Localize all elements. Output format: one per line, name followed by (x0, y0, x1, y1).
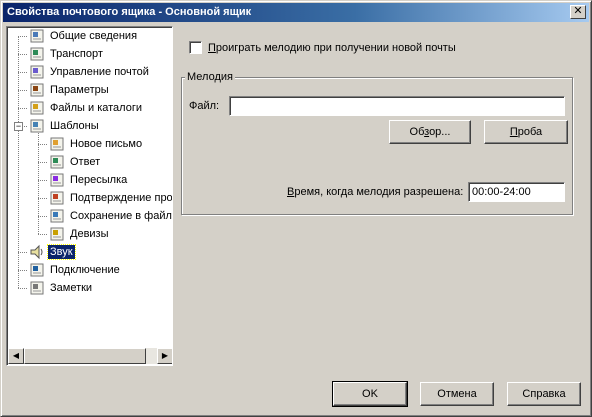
tree-item-label: Звук (47, 244, 76, 260)
templates-icon (29, 118, 45, 134)
tree-horizontal-scrollbar[interactable]: ◀ ▶ (8, 348, 172, 364)
tree-item-label: Ответ (70, 156, 101, 168)
tree-guide-line (18, 252, 27, 253)
play-sound-checkbox[interactable] (189, 41, 202, 54)
settings-tree[interactable]: Общие сведения Транспорт Управление почтой… (6, 26, 173, 366)
tree-item-label: Сохранение в файл (70, 210, 172, 222)
scroll-thumb[interactable] (24, 348, 146, 364)
tree-item-label: Девизы (70, 228, 109, 240)
test-label-mnemonic: П (509, 126, 518, 138)
tree-item[interactable]: Новое письмо (49, 135, 144, 153)
confirmation-icon (49, 190, 65, 206)
play-sound-label-rest: роиграть мелодию при получении новой поч… (215, 41, 456, 54)
tree-item[interactable]: Управление почтой (29, 63, 151, 81)
tree-guide-line (18, 36, 27, 37)
tree-guide-line (38, 234, 47, 235)
notes-icon (29, 280, 45, 296)
time-label: Время, когда мелодия разрешена: (287, 185, 463, 199)
transport-icon (29, 46, 45, 62)
sound-icon (29, 244, 45, 260)
mottos-icon (49, 226, 65, 242)
tree-item-label: Новое письмо (70, 138, 143, 150)
window-title: Свойства почтового ящика - Основной ящик (7, 6, 252, 18)
tree-item-label: Заметки (50, 282, 93, 294)
new-letter-icon (49, 136, 65, 152)
close-button[interactable]: ✕ (570, 5, 586, 19)
tree-item[interactable]: Параметры (29, 81, 111, 99)
tree-guide-line (38, 131, 39, 234)
play-sound-checkbox-row[interactable]: Проиграть мелодию при получении новой по… (189, 41, 456, 54)
files-folders-icon (29, 100, 45, 116)
tree-item[interactable]: Звук (29, 243, 76, 261)
tree-guide-line (18, 54, 27, 55)
tree-item-label: Подключение (50, 264, 120, 276)
tree-guide-line (38, 162, 47, 163)
tree-item[interactable]: Подключение (29, 261, 122, 279)
reply-icon (49, 154, 65, 170)
test-label-post: роба (517, 126, 543, 138)
tree-guide-line (38, 180, 47, 181)
file-label: Файл: (189, 100, 220, 112)
test-button[interactable]: Проба (484, 120, 568, 144)
tree-guide-line (18, 36, 19, 288)
general-info-icon (29, 28, 45, 44)
properties-dialog: Свойства почтового ящика - Основной ящик… (0, 0, 592, 417)
help-button[interactable]: Справка (507, 382, 581, 406)
tree-item[interactable]: Пересылка (49, 171, 129, 189)
tree-guide-line (38, 144, 47, 145)
tree-item[interactable]: Файлы и каталоги (29, 99, 144, 117)
mail-management-icon (29, 64, 45, 80)
scroll-left-button[interactable]: ◀ (8, 348, 24, 364)
tree-guide-line (18, 288, 27, 289)
save-to-file-icon (49, 208, 65, 224)
play-sound-label: Проиграть мелодию при получении новой по… (208, 42, 456, 54)
tree-guide-line (18, 270, 27, 271)
connection-icon (29, 262, 45, 278)
time-label-rest: ремя, когда мелодия разрешена: (294, 186, 464, 198)
browse-label-post: ор... (429, 126, 451, 138)
melody-group-title: Мелодия (185, 71, 235, 84)
tree-item[interactable]: Девизы (49, 225, 111, 243)
tree-item-label: Управление почтой (50, 66, 149, 78)
browse-button[interactable]: Обзор... (389, 120, 471, 144)
tree-item-label: Параметры (50, 84, 109, 96)
tree-guide-line (38, 198, 47, 199)
tree-item-label: Пересылка (70, 174, 128, 186)
tree-items: Общие сведения Транспорт Управление почтой… (7, 27, 172, 347)
tree-item-label: Общие сведения (50, 30, 138, 42)
tree-item-label: Транспорт (50, 48, 103, 60)
tree-item[interactable]: Шаблоны (29, 117, 101, 135)
browse-label-pre: Об (409, 126, 425, 138)
tree-item[interactable]: Заметки (29, 279, 94, 297)
tree-item[interactable]: Подтверждение про (49, 189, 172, 207)
tree-guide-line (18, 90, 27, 91)
close-icon: ✕ (573, 5, 583, 17)
forward-icon (49, 172, 65, 188)
scroll-left-icon: ◀ (12, 351, 20, 360)
tree-item[interactable]: Ответ (49, 153, 102, 171)
cancel-button[interactable]: Отмена (420, 382, 494, 406)
ok-button[interactable]: OK (332, 381, 408, 407)
parameters-icon (29, 82, 45, 98)
scroll-right-button[interactable]: ▶ (157, 348, 172, 364)
play-sound-label-mnemonic: П (208, 41, 216, 54)
tree-guide-line (18, 108, 27, 109)
scroll-right-icon: ▶ (161, 351, 169, 360)
title-bar[interactable]: Свойства почтового ящика - Основной ящик… (3, 3, 589, 22)
tree-item[interactable]: Сохранение в файл (49, 207, 172, 225)
tree-item-label: Подтверждение про (70, 192, 172, 204)
collapse-icon[interactable]: − (14, 122, 23, 131)
file-input[interactable] (229, 96, 565, 116)
tree-item-label: Файлы и каталоги (50, 102, 142, 114)
time-allowed-input[interactable]: 00:00-24:00 (468, 182, 565, 202)
tree-item[interactable]: Общие сведения (29, 27, 139, 45)
tree-item-label: Шаблоны (50, 120, 99, 132)
tree-guide-line (18, 72, 27, 73)
tree-item[interactable]: Транспорт (29, 45, 105, 63)
tree-guide-line (38, 216, 47, 217)
